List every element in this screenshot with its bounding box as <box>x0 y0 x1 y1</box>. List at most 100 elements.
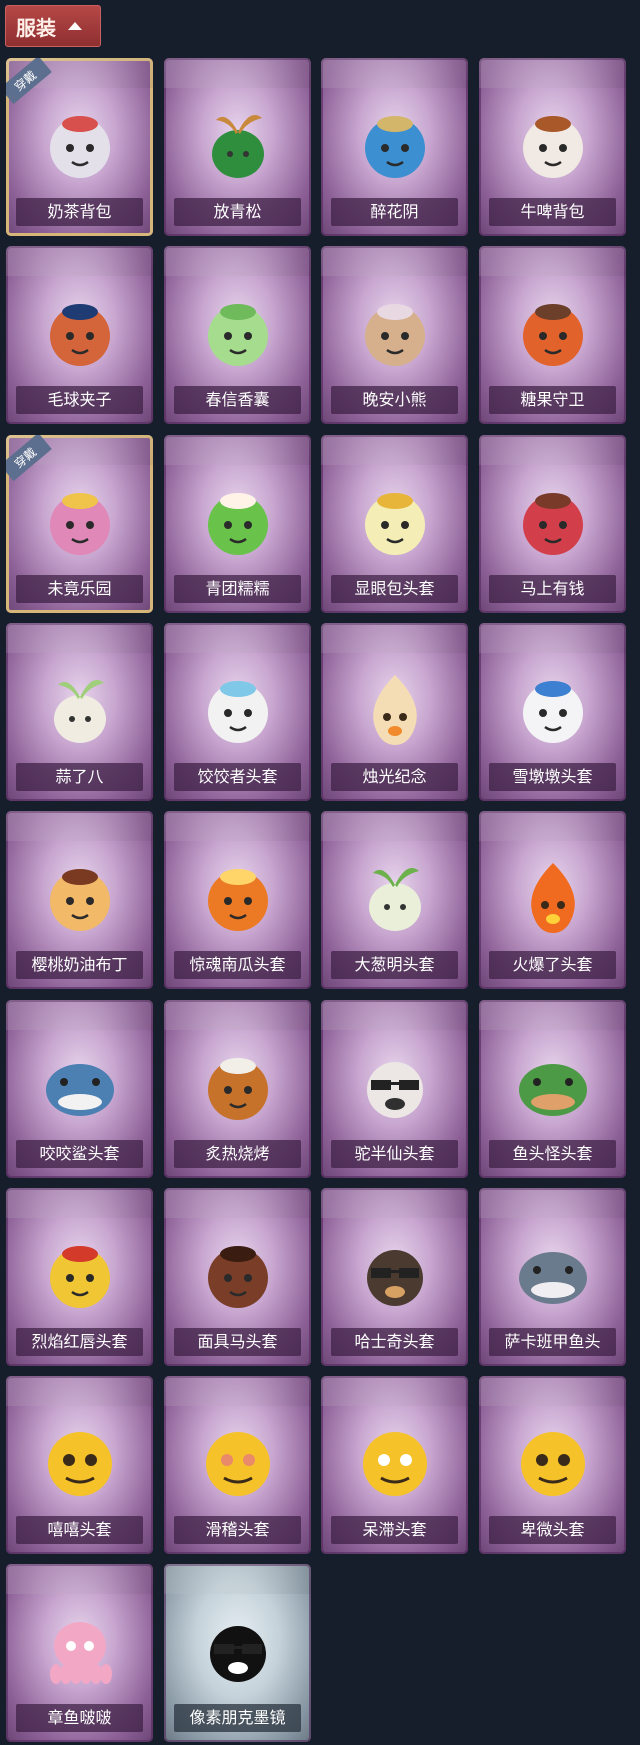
card-flap-decoration <box>321 1000 468 1030</box>
card-flap-decoration <box>479 246 626 276</box>
bear-charm-icon <box>353 290 437 374</box>
costume-card[interactable]: 樱桃奶油布丁 <box>6 811 153 989</box>
shark-head-icon <box>38 1044 122 1128</box>
costume-card[interactable]: 惊魂南瓜头套 <box>164 811 311 989</box>
costume-card[interactable]: 显眼包头套 <box>321 435 468 613</box>
costume-grid: 穿戴 奶茶背包 放青松 醉花阴 牛啤背包毛球夹子 春信香囊 晚安小熊 糖果守卫穿戴 未竟乐园 青团… <box>0 0 640 1745</box>
costume-card[interactable]: 像素朋克墨镜 <box>164 1564 311 1742</box>
costume-name: 雪墩墩头套 <box>489 763 616 791</box>
costume-card[interactable]: 哈士奇头套 <box>321 1188 468 1366</box>
costume-name: 樱桃奶油布丁 <box>16 951 143 979</box>
card-flap-decoration <box>479 435 626 465</box>
card-flap-decoration <box>479 1376 626 1406</box>
card-flap-decoration <box>6 246 153 276</box>
costume-card[interactable]: 咬咬鲨头套 <box>6 1000 153 1178</box>
costume-card[interactable]: 青团糯糯 <box>164 435 311 613</box>
husky-sunglasses-icon <box>353 1232 437 1316</box>
humble-emoji-icon <box>511 1420 595 1504</box>
costume-card[interactable]: 烛光纪念 <box>321 623 468 801</box>
costume-card[interactable]: 糖果守卫 <box>479 246 626 424</box>
smirk-emoji-icon <box>196 1420 280 1504</box>
costume-card[interactable]: 萨卡班甲鱼头 <box>479 1188 626 1366</box>
card-flap-decoration <box>164 623 311 653</box>
costume-name: 咬咬鲨头套 <box>16 1140 143 1168</box>
costume-card[interactable]: 嘻嘻头套 <box>6 1376 153 1554</box>
card-flap-decoration <box>164 1564 311 1594</box>
costume-name: 大葱明头套 <box>331 951 458 979</box>
costume-card[interactable]: 马上有钱 <box>479 435 626 613</box>
costume-card[interactable]: 牛啤背包 <box>479 58 626 236</box>
costume-name: 蒜了八 <box>16 763 143 791</box>
card-flap-decoration <box>164 811 311 841</box>
card-flap-decoration <box>6 623 153 653</box>
costume-card[interactable]: 滑稽头套 <box>164 1376 311 1554</box>
card-flap-decoration <box>6 1000 153 1030</box>
costume-card[interactable]: 毛球夹子 <box>6 246 153 424</box>
costume-name: 章鱼啵啵 <box>16 1704 143 1732</box>
yellow-mascot-head-icon <box>38 1232 122 1316</box>
grilled-meat-icon <box>196 1044 280 1128</box>
costume-card[interactable]: 雪墩墩头套 <box>479 623 626 801</box>
costume-name: 糖果守卫 <box>489 386 616 414</box>
costume-name: 惊魂南瓜头套 <box>174 951 301 979</box>
candle-head-icon <box>353 667 437 751</box>
horse-mask-icon <box>196 1232 280 1316</box>
costume-name: 卑微头套 <box>489 1516 616 1544</box>
card-flap-decoration <box>164 435 311 465</box>
costume-card[interactable]: 炙热烧烤 <box>164 1000 311 1178</box>
costume-name: 面具马头套 <box>174 1328 301 1356</box>
sachet-icon <box>196 290 280 374</box>
costume-card[interactable]: 晚安小熊 <box>321 246 468 424</box>
grinning-emoji-icon <box>38 1420 122 1504</box>
costume-card[interactable]: 火爆了头套 <box>479 811 626 989</box>
green-rice-ball-icon <box>196 479 280 563</box>
costume-name: 青团糯糯 <box>174 575 301 603</box>
costume-name: 哈士奇头套 <box>331 1328 458 1356</box>
milk-tea-backpack-icon <box>38 102 122 186</box>
dazed-emoji-icon <box>353 1420 437 1504</box>
costume-card[interactable]: 面具马头套 <box>164 1188 311 1366</box>
card-flap-decoration <box>6 1188 153 1218</box>
costume-name: 萨卡班甲鱼头 <box>489 1328 616 1356</box>
pixel-sunglasses-icon <box>196 1608 280 1692</box>
scallion-head-icon <box>353 855 437 939</box>
costume-card[interactable]: 放青松 <box>164 58 311 236</box>
pumpkin-scarecrow-icon <box>511 290 595 374</box>
costume-card[interactable]: 大葱明头套 <box>321 811 468 989</box>
jack-o-lantern-icon <box>196 855 280 939</box>
card-flap-decoration <box>164 1000 311 1030</box>
pudding-head-icon <box>38 855 122 939</box>
costume-card[interactable]: 饺饺者头套 <box>164 623 311 801</box>
card-flap-decoration <box>164 1188 311 1218</box>
costume-name: 马上有钱 <box>489 575 616 603</box>
sacabambaspis-head-icon <box>511 1232 595 1316</box>
card-flap-decoration <box>321 1188 468 1218</box>
costume-name: 春信香囊 <box>174 386 301 414</box>
costume-card[interactable]: 春信香囊 <box>164 246 311 424</box>
costume-card[interactable]: 烈焰红唇头套 <box>6 1188 153 1366</box>
pink-hair-doll-icon <box>38 479 122 563</box>
garlic-head-icon <box>38 667 122 751</box>
flame-head-icon <box>511 855 595 939</box>
costume-name: 饺饺者头套 <box>174 763 301 791</box>
snowman-head-icon <box>511 667 595 751</box>
costume-card[interactable]: 穿戴 奶茶背包 <box>6 58 153 236</box>
card-flap-decoration <box>321 811 468 841</box>
potted-pine-icon <box>196 102 280 186</box>
costume-name: 烈焰红唇头套 <box>16 1328 143 1356</box>
costume-card[interactable]: 章鱼啵啵 <box>6 1564 153 1742</box>
costume-card[interactable]: 穿戴 未竟乐园 <box>6 435 153 613</box>
costume-card[interactable]: 呆滞头套 <box>321 1376 468 1554</box>
costume-card[interactable]: 驼半仙头套 <box>321 1000 468 1178</box>
costume-card[interactable]: 醉花阴 <box>321 58 468 236</box>
costume-name: 未竟乐园 <box>16 575 143 603</box>
costume-name: 毛球夹子 <box>16 386 143 414</box>
costume-name: 牛啤背包 <box>489 198 616 226</box>
costume-card[interactable]: 鱼头怪头套 <box>479 1000 626 1178</box>
costume-card[interactable]: 卑微头套 <box>479 1376 626 1554</box>
costume-card[interactable]: 蒜了八 <box>6 623 153 801</box>
costume-name: 奶茶背包 <box>16 198 143 226</box>
costume-name: 醉花阴 <box>331 198 458 226</box>
card-flap-decoration <box>321 246 468 276</box>
costume-name: 滑稽头套 <box>174 1516 301 1544</box>
